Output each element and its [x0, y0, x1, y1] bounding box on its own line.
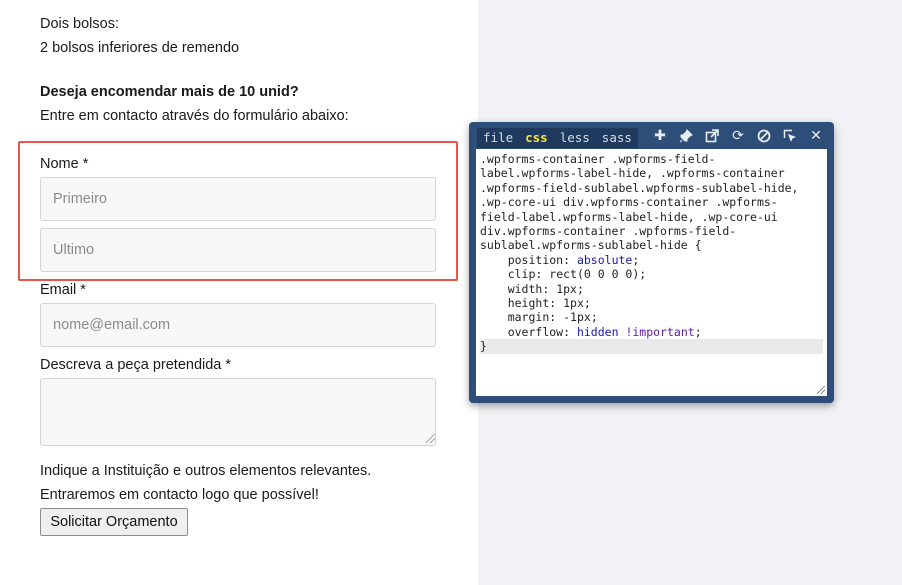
add-icon[interactable]: ✚: [650, 126, 670, 146]
description-label: Descreva a peça pretendida *: [40, 357, 232, 373]
pockets-text: 2 bolsos inferiores de remendo: [40, 40, 240, 56]
bulk-order-heading: Deseja encomendar mais de 10 unid?: [40, 84, 299, 100]
name-label: Nome *: [40, 156, 89, 172]
hint-line-2: Entraremos em contacto logo que possível…: [40, 487, 319, 503]
first-name-input[interactable]: [40, 177, 436, 221]
popout-icon[interactable]: [702, 126, 722, 146]
code-decl-width: width: 1px;: [507, 281, 584, 296]
refresh-icon[interactable]: ⟳: [728, 126, 748, 146]
code-decl-clip: clip: rect(0 0 0 0);: [507, 267, 647, 282]
request-quote-button[interactable]: Solicitar Orçamento: [40, 508, 188, 536]
code-content[interactable]: .wpforms-container .wpforms-field- label…: [476, 149, 827, 357]
disable-icon[interactable]: [754, 126, 774, 146]
pockets-title: Dois bolsos:: [40, 16, 119, 32]
code-decl-position: position: absolute;: [507, 252, 640, 267]
close-icon[interactable]: ✕: [806, 126, 826, 146]
bulk-order-text: Entre em contacto através do formulário …: [40, 108, 349, 124]
description-textarea[interactable]: [40, 378, 436, 446]
resize-grip-icon[interactable]: [426, 434, 435, 443]
tab-file[interactable]: file: [477, 128, 520, 148]
code-decl-overflow: overflow: hidden !important;: [507, 324, 702, 339]
editor-tabs: file css less sass: [477, 128, 638, 148]
editor-toolbar: ✚ ⟳ ✕: [650, 126, 826, 146]
pin-icon[interactable]: [676, 126, 696, 146]
email-input[interactable]: [40, 303, 436, 347]
css-code-editor[interactable]: .wpforms-container .wpforms-field- label…: [476, 149, 827, 396]
code-decl-height: height: 1px;: [507, 296, 591, 311]
code-closing-line: }: [480, 339, 823, 354]
code-selector: .wpforms-container .wpforms-field- label…: [480, 152, 799, 253]
tab-less[interactable]: less: [553, 128, 596, 148]
tab-css[interactable]: css: [519, 128, 554, 148]
hint-line-1: Indique a Instituição e outros elementos…: [40, 463, 372, 479]
email-label: Email *: [40, 282, 86, 298]
editor-resize-icon[interactable]: [817, 386, 825, 394]
last-name-input[interactable]: [40, 228, 436, 272]
tab-sass[interactable]: sass: [595, 128, 638, 148]
css-editor-panel[interactable]: file css less sass ✚ ⟳ ✕ .wpforms-contai…: [469, 122, 834, 403]
inspect-icon[interactable]: [780, 126, 800, 146]
code-decl-margin: margin: -1px;: [507, 310, 598, 325]
